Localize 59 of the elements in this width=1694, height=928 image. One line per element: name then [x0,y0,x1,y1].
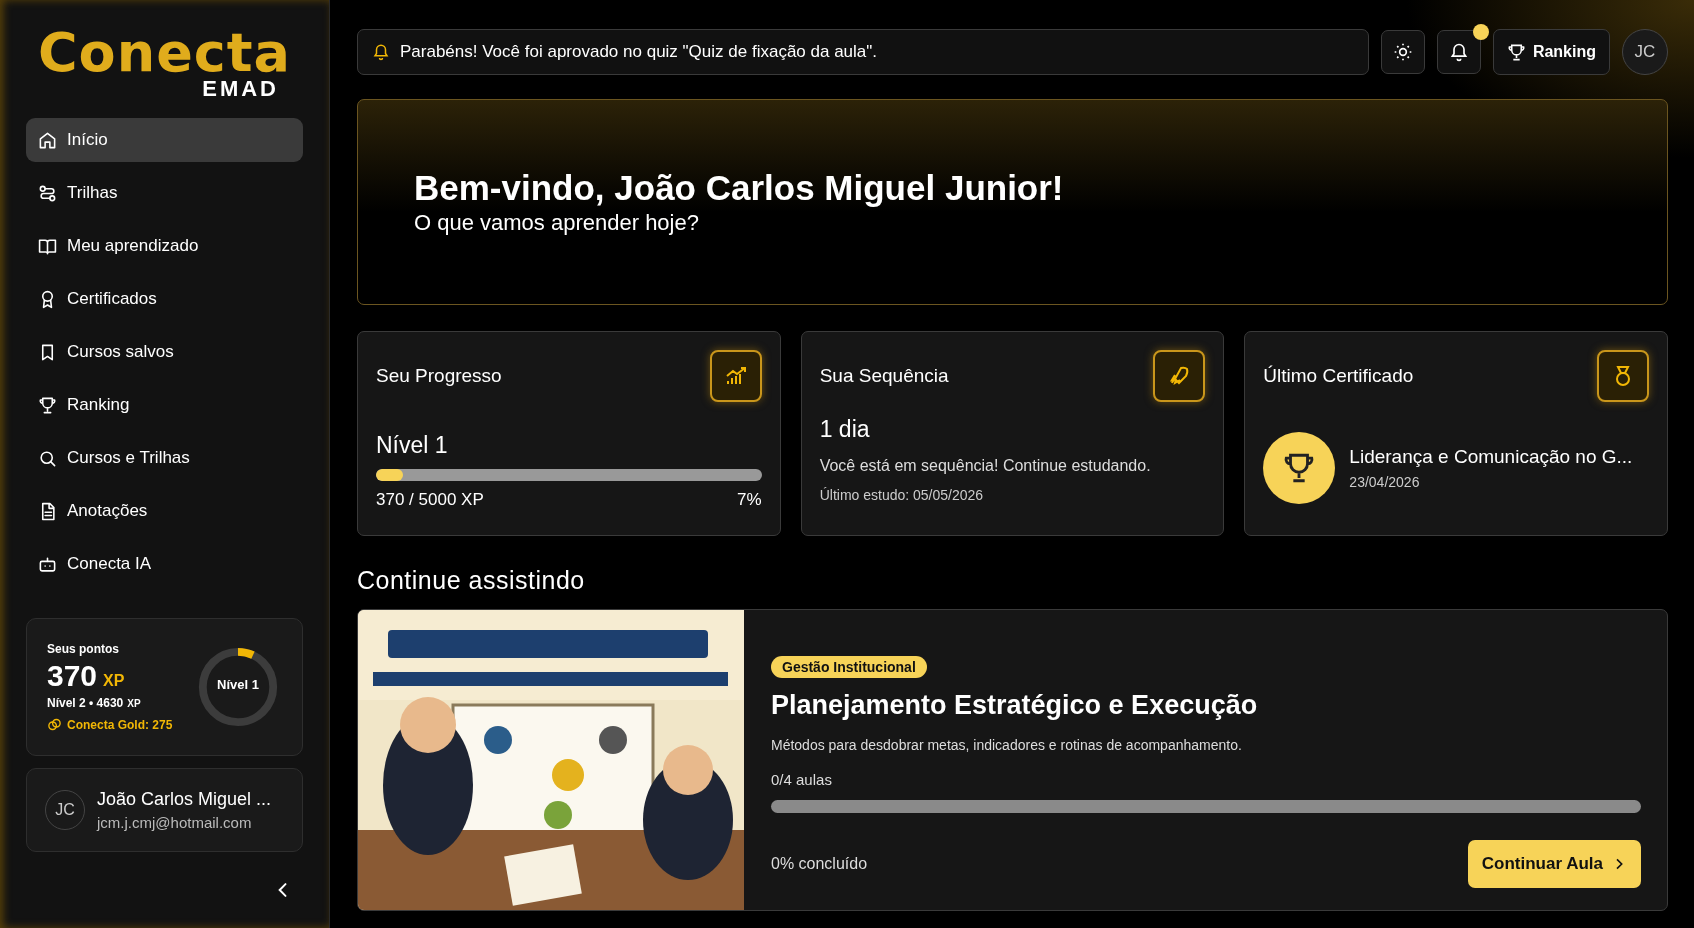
nav-item[interactable]: Conecta IA [26,542,303,586]
streak-message: Você está em sequência! Continue estudando. [819,457,1152,475]
logo: Conecta [37,28,292,78]
nav-item[interactable]: Cursos salvos [26,330,303,374]
nav-item[interactable]: Meu aprendizado [26,224,303,268]
course-title: Planejamento Estratégico e Execução [771,690,1259,721]
category-tag: Gestão Institucional [771,656,927,678]
search-icon [38,448,57,468]
points-unit: XP [103,672,125,690]
bot-icon [38,554,57,574]
nav-item[interactable]: Ranking [26,383,303,427]
level-label: Nível 1 [376,432,449,459]
conecta-points-balance: Conecta Gold: 275 [67,717,173,732]
trophy-icon [1506,42,1526,62]
route-icon [38,183,57,203]
section-title: Continue assistindo [357,566,586,595]
points-value: 370 [47,659,98,693]
bell-icon [372,43,390,61]
next-level-text: Nível 2 • 4630 [47,696,124,710]
logo-subtitle: EMAD [202,78,279,100]
last-study-date: Último estudo: 05/05/2026 [819,487,985,503]
bell-icon [1448,42,1469,62]
book-icon [38,236,57,256]
card-title: Sua Sequência [819,365,949,387]
xp-text: 370 / 5000 XP [376,490,484,510]
nav-item[interactable]: Trilhas [26,171,303,215]
course-description: Métodos para desdobrar metas, indicadores e rotinas de acompanhamento. [771,737,1243,753]
avatar-button[interactable]: JC [1622,29,1668,75]
card-title: Seu Progresso [376,365,502,387]
nav-item[interactable]: Certificados [26,277,303,321]
certificate-date: 23/04/2026 [1349,474,1421,490]
nav-item[interactable]: Anotações [26,489,303,533]
theme-button[interactable] [1380,30,1425,74]
user-card[interactable]: JC João Carlos Miguel ... jcm.j.cmj@hotmail.com [26,768,303,852]
user-name: João Carlos Miguel ... [97,789,272,810]
xp-unit: XP [127,698,141,709]
ranking-button[interactable]: Ranking [1492,29,1610,75]
percent-text: 7% [737,490,762,510]
medal-icon [1597,350,1649,402]
certificate-course: Liderança e Comunicação no G... [1349,446,1633,468]
trophy-icon [38,395,57,415]
card-title: Último Certificado [1263,365,1414,387]
user-email: jcm.j.cmj@hotmail.com [97,814,253,831]
streak-days: 1 dia [819,416,1206,443]
lessons-count: 0/4 aulas [771,771,833,788]
ring-label: Nível 1 [216,677,260,692]
coins-icon [47,717,62,732]
continue-button[interactable]: Continuar Aula [1467,840,1641,888]
chart-icon [709,350,762,402]
sun-icon [1392,42,1413,62]
notifications-button[interactable] [1436,30,1481,74]
home-icon [38,130,57,150]
welcome-title: Bem-vindo, João Carlos Miguel Junior! [414,168,1065,208]
notification-text: Parabéns! Você foi aprovado no quiz "Quiz de fixação da aula". [400,42,878,62]
completion-text: 0% concluído [771,855,868,873]
nav-item[interactable]: Cursos e Trilhas [26,436,303,480]
points-title: Seus pontos [47,642,120,656]
welcome-subtitle: O que vamos aprender hoje? [414,210,700,236]
nav-item[interactable]: Início [26,118,303,162]
